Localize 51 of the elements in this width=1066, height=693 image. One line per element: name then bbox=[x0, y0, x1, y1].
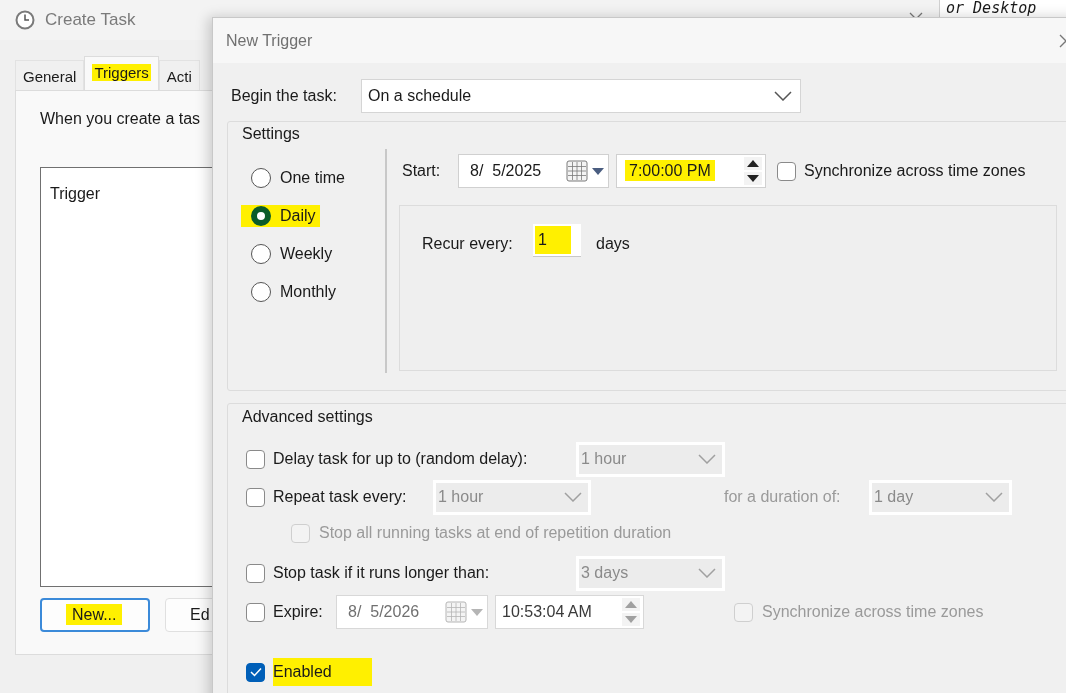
checkbox-label: Synchronize across time zones bbox=[804, 161, 1026, 181]
chevron-icon bbox=[985, 492, 1003, 502]
checkbox[interactable] bbox=[777, 161, 796, 181]
checkbox-label: Repeat task every: bbox=[273, 487, 408, 507]
checkbox-label: Enabled bbox=[273, 658, 372, 686]
checkbox-label: Stop all running tasks at end of repetition duration bbox=[319, 523, 672, 543]
chevron-icon bbox=[774, 90, 792, 101]
checkbox-label: Synchronize across time zones bbox=[762, 602, 984, 622]
calendar-icon[interactable] bbox=[444, 600, 468, 624]
radio-option[interactable]: Weekly bbox=[241, 243, 337, 265]
radio-icon[interactable] bbox=[251, 244, 271, 264]
window-title: Create Task bbox=[45, 9, 136, 32]
background-text: or Desktop bbox=[946, 0, 1037, 16]
unit-label: days bbox=[596, 234, 630, 254]
time-field[interactable]: 7:00:00 PM bbox=[616, 154, 766, 188]
column-header: Trigger bbox=[50, 185, 101, 202]
time-field[interactable]: 10:53:04 AM bbox=[495, 595, 644, 629]
date-field[interactable]: 8/ 5/2025 bbox=[458, 154, 609, 188]
field-label: Start: bbox=[401, 161, 442, 181]
checkbox-label: Expire: bbox=[273, 602, 324, 622]
radio-option[interactable]: Monthly bbox=[241, 281, 341, 303]
checkbox[interactable] bbox=[246, 602, 265, 622]
radio-option[interactable]: One time bbox=[241, 167, 349, 189]
chevron-icon bbox=[698, 454, 716, 464]
checkbox[interactable] bbox=[246, 449, 265, 469]
checkbox-label: Delay task for up to (random delay): bbox=[273, 449, 529, 469]
caret-icon[interactable] bbox=[591, 166, 605, 176]
number-field[interactable]: 1 bbox=[533, 224, 581, 257]
spinner-arrows-icon[interactable] bbox=[743, 156, 763, 186]
checkbox-label: Stop task if it runs longer than: bbox=[273, 563, 491, 583]
radio-icon[interactable] bbox=[251, 282, 271, 302]
date-field[interactable]: 8/ 5/2026 bbox=[336, 595, 488, 629]
dialog-title: New Trigger bbox=[226, 30, 313, 51]
chevron-icon bbox=[698, 568, 716, 578]
tab[interactable]: Triggers bbox=[84, 56, 159, 90]
description-text: When you create a tas bbox=[40, 109, 202, 129]
clock-icon bbox=[15, 10, 35, 30]
checkbox[interactable] bbox=[246, 563, 265, 583]
calendar-icon[interactable] bbox=[565, 159, 589, 183]
button[interactable]: New... bbox=[40, 598, 150, 632]
field-label: Begin the task: bbox=[231, 85, 338, 106]
dropdown[interactable]: On a schedule bbox=[361, 78, 801, 113]
chevron-icon bbox=[564, 492, 582, 502]
checkbox[interactable] bbox=[246, 662, 265, 682]
checkbox[interactable] bbox=[246, 487, 265, 507]
radio-option[interactable]: Daily bbox=[241, 205, 320, 227]
field-label: for a duration of: bbox=[724, 487, 842, 507]
radio-icon[interactable] bbox=[251, 168, 271, 188]
field-label: Recur every: bbox=[422, 234, 514, 254]
check-icon bbox=[249, 667, 262, 677]
radio-icon[interactable] bbox=[251, 206, 271, 226]
